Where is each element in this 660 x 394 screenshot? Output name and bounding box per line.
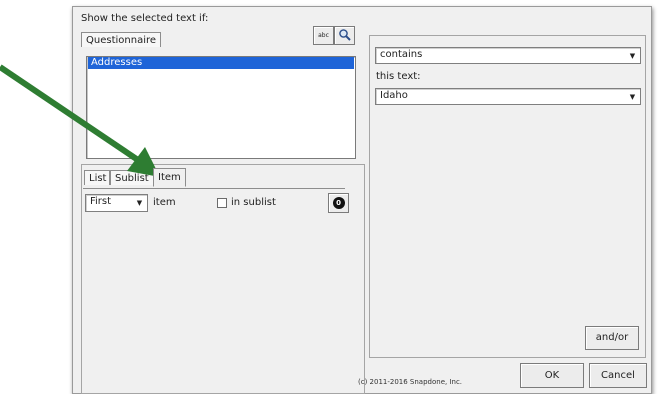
annotation-arrow-icon bbox=[0, 64, 160, 177]
tab-item-label: Item bbox=[158, 172, 181, 183]
arrow-shaft bbox=[0, 64, 140, 163]
tab-item[interactable]: Item bbox=[153, 168, 186, 187]
